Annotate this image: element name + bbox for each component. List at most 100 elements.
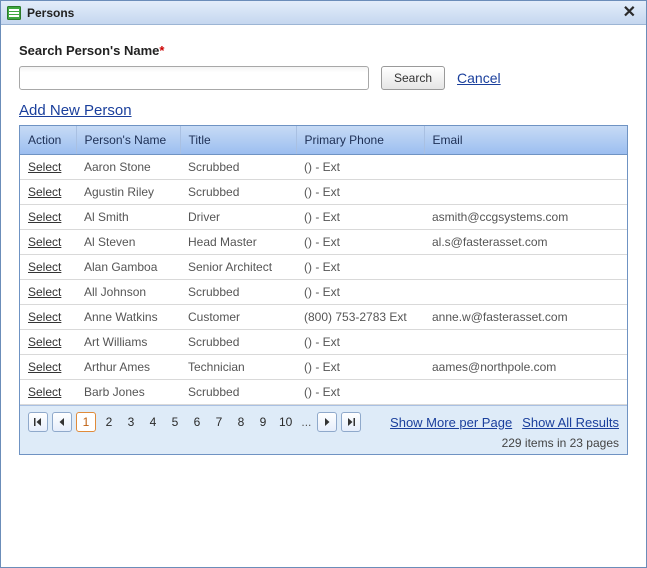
table-row: Select Al StevenHead Master() - Extal.s@f… — [20, 230, 627, 255]
cell-title: Scrubbed — [180, 180, 296, 205]
pager: 12345678910 ... Show More per Page Show … — [20, 405, 627, 454]
cell-phone: () - Ext — [296, 380, 424, 405]
pager-prev-icon[interactable] — [52, 412, 72, 432]
cell-title: Scrubbed — [180, 330, 296, 355]
table-row: Select Alan GamboaSenior Architect() - Ex… — [20, 255, 627, 280]
cell-title: Customer — [180, 305, 296, 330]
select-link[interactable]: Select — [28, 185, 61, 199]
select-link[interactable]: Select — [28, 210, 61, 224]
cell-email: asmith@ccgsystems.com — [424, 205, 627, 230]
cell-name: Agustin Riley — [76, 180, 180, 205]
page-number[interactable]: 7 — [210, 413, 228, 431]
cell-name: All Johnson — [76, 280, 180, 305]
cell-name: Aaron Stone — [76, 155, 180, 180]
select-link[interactable]: Select — [28, 360, 61, 374]
cell-email — [424, 155, 627, 180]
table-row: Select Agustin RileyScrubbed() - Ext — [20, 180, 627, 205]
cell-phone: () - Ext — [296, 330, 424, 355]
select-link[interactable]: Select — [28, 260, 61, 274]
select-link[interactable]: Select — [28, 235, 61, 249]
cell-phone: () - Ext — [296, 155, 424, 180]
search-label: Search Person's Name* — [19, 43, 628, 58]
cell-name: Al Steven — [76, 230, 180, 255]
search-label-text: Search Person's Name — [19, 43, 159, 58]
table-row: SelectAnne WatkinsCustomer(800) 753-2783… — [20, 305, 627, 330]
page-number[interactable]: 4 — [144, 413, 162, 431]
page-number[interactable]: 5 — [166, 413, 184, 431]
cancel-link[interactable]: Cancel — [457, 70, 501, 86]
cell-email: al.s@fasterasset.com — [424, 230, 627, 255]
page-number[interactable]: 9 — [254, 413, 272, 431]
cell-email — [424, 180, 627, 205]
table-row: Select All JohnsonScrubbed() - Ext — [20, 280, 627, 305]
cell-name: Barb Jones — [76, 380, 180, 405]
table-row: Select Barb JonesScrubbed() - Ext — [20, 380, 627, 405]
window-title: Persons — [27, 6, 619, 20]
cell-title: Scrubbed — [180, 155, 296, 180]
cell-name: Alan Gamboa — [76, 255, 180, 280]
cell-phone: () - Ext — [296, 280, 424, 305]
cell-title: Scrubbed — [180, 380, 296, 405]
cell-title: Senior Architect — [180, 255, 296, 280]
cell-name: Art Williams — [76, 330, 180, 355]
cell-phone: (800) 753-2783 Ext — [296, 305, 424, 330]
add-new-person-link[interactable]: Add New Person — [19, 102, 132, 119]
table-row: Select Art WilliamsScrubbed() - Ext — [20, 330, 627, 355]
content-area: Search Person's Name* Search Cancel Add … — [1, 25, 646, 455]
select-link[interactable]: Select — [28, 285, 61, 299]
pager-last-icon[interactable] — [341, 412, 361, 432]
page-number[interactable]: 2 — [100, 413, 118, 431]
pager-summary: 229 items in 23 pages — [28, 432, 619, 450]
pager-ellipsis[interactable]: ... — [299, 415, 313, 429]
show-more-per-page-link[interactable]: Show More per Page — [390, 415, 512, 430]
col-header-phone[interactable]: Primary Phone — [296, 126, 424, 155]
cell-email — [424, 380, 627, 405]
col-header-email[interactable]: Email — [424, 126, 627, 155]
cell-email — [424, 280, 627, 305]
cell-email: anne.w@fasterasset.com — [424, 305, 627, 330]
cell-email — [424, 255, 627, 280]
cell-phone: () - Ext — [296, 205, 424, 230]
search-input[interactable] — [19, 66, 369, 90]
cell-name: Al Smith — [76, 205, 180, 230]
persons-window: Persons ✕ Search Person's Name* Search C… — [0, 0, 647, 568]
page-number[interactable]: 1 — [76, 412, 96, 432]
cell-title: Technician — [180, 355, 296, 380]
col-header-name[interactable]: Person's Name — [76, 126, 180, 155]
page-number[interactable]: 6 — [188, 413, 206, 431]
table-row: Select Aaron StoneScrubbed() - Ext — [20, 155, 627, 180]
select-link[interactable]: Select — [28, 310, 61, 324]
select-link[interactable]: Select — [28, 160, 61, 174]
search-button[interactable]: Search — [381, 66, 445, 90]
required-marker: * — [159, 43, 164, 58]
col-header-title[interactable]: Title — [180, 126, 296, 155]
grid-wrapper: Action Person's Name Title Primary Phone… — [19, 125, 628, 455]
select-link[interactable]: Select — [28, 385, 61, 399]
cell-title: Driver — [180, 205, 296, 230]
cell-phone: () - Ext — [296, 180, 424, 205]
cell-email: aames@northpole.com — [424, 355, 627, 380]
page-numbers: 12345678910 — [76, 412, 295, 432]
pager-next-icon[interactable] — [317, 412, 337, 432]
show-all-results-link[interactable]: Show All Results — [522, 415, 619, 430]
pager-controls: 12345678910 ... Show More per Page Show … — [28, 412, 619, 432]
table-row: Select Arthur AmesTechnician() - Extaames… — [20, 355, 627, 380]
cell-title: Head Master — [180, 230, 296, 255]
window-icon — [7, 6, 21, 20]
cell-title: Scrubbed — [180, 280, 296, 305]
cell-phone: () - Ext — [296, 230, 424, 255]
cell-phone: () - Ext — [296, 255, 424, 280]
page-number[interactable]: 3 — [122, 413, 140, 431]
select-link[interactable]: Select — [28, 335, 61, 349]
page-number[interactable]: 10 — [276, 413, 295, 431]
table-row: Select Al SmithDriver() - Extasmith@ccgsy… — [20, 205, 627, 230]
persons-grid: Action Person's Name Title Primary Phone… — [20, 126, 627, 405]
close-icon[interactable]: ✕ — [619, 5, 640, 21]
cell-email — [424, 330, 627, 355]
pager-first-icon[interactable] — [28, 412, 48, 432]
titlebar: Persons ✕ — [1, 1, 646, 25]
cell-phone: () - Ext — [296, 355, 424, 380]
cell-name: Arthur Ames — [76, 355, 180, 380]
page-number[interactable]: 8 — [232, 413, 250, 431]
col-header-action[interactable]: Action — [20, 126, 76, 155]
